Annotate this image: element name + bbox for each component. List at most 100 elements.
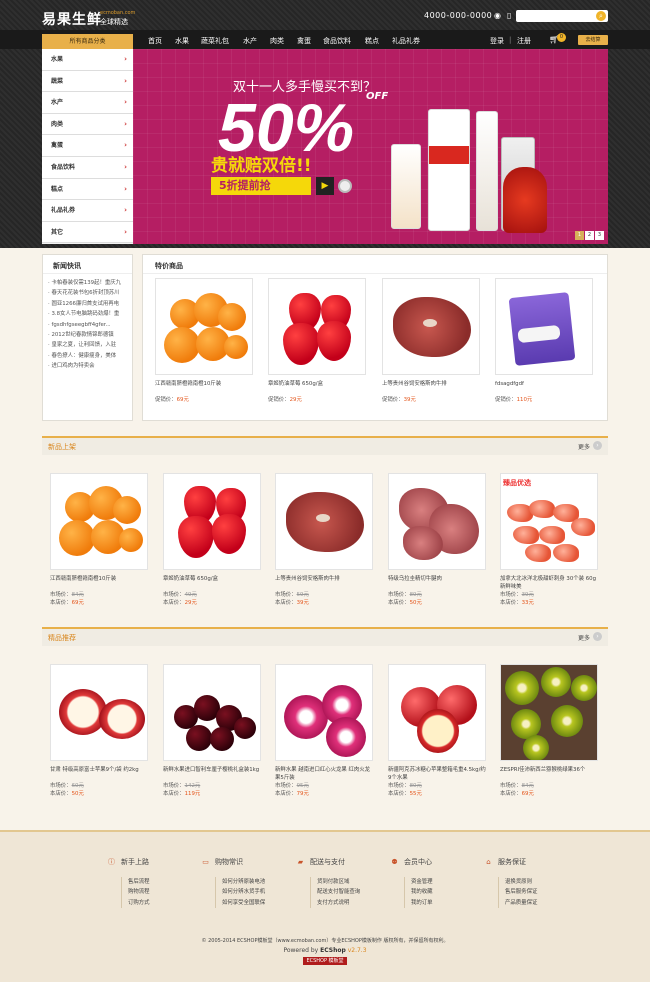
search-icon[interactable]: ⌕ (596, 11, 606, 21)
login-link[interactable]: 登录 (490, 36, 504, 46)
nav-item-eggs[interactable]: 禽蛋 (297, 36, 311, 46)
footer-link[interactable]: 我的收藏 (411, 887, 489, 897)
banner-page-2[interactable]: 2 (585, 231, 594, 240)
search-box[interactable]: ⌕ (516, 10, 608, 22)
news-item[interactable]: · 春天花花装书包6折封顶苏川 (48, 288, 130, 298)
recommended-product-card[interactable]: 新鲜水果 越南进口红心火龙果 红肉火龙果5斤装 市场价：95元 本店价：79元 (275, 664, 373, 798)
mobile-icon[interactable]: ▯ (507, 11, 516, 20)
product-name[interactable]: ZESPRI佳沛新西兰猕猴桃绿果36个 (500, 766, 598, 782)
special-product-card[interactable]: 章姬奶油草莓 650g/盒 促销价：29元 (268, 278, 366, 404)
product-name[interactable]: 新鲜水果进口智利车厘子樱桃礼盒装1kg (163, 766, 261, 782)
news-item[interactable]: · 卡帕春装仅需139起！重庆九 (48, 278, 130, 288)
product-name[interactable]: 章姬奶油草莓 650g/盒 (268, 380, 366, 396)
product-image-dragonfruit[interactable] (275, 664, 373, 761)
product-image-red-apple[interactable] (388, 664, 486, 761)
recommended-product-card[interactable]: 新疆阿克苏冰糖心苹果整箱毛重4.5kg/约9个水果 市场价：80元 本店价：55… (388, 664, 486, 798)
product-name[interactable]: 江西赣南脐橙赣南橙10斤装 (50, 575, 148, 591)
nav-item-meat[interactable]: 肉类 (270, 36, 284, 46)
more-link[interactable]: 更多 (578, 442, 590, 451)
product-name[interactable]: 甘肃 特级高原富士苹果9个/袋 约2kg (50, 766, 148, 782)
footer-link[interactable]: 资金管理 (411, 877, 489, 887)
nav-item-seafood[interactable]: 水产 (243, 36, 257, 46)
category-item-seafood[interactable]: 水产 › (42, 92, 133, 114)
category-item-veg[interactable]: 蔬菜 › (42, 70, 133, 93)
news-item[interactable]: · 2012世纪春款情锦郎德镇 (48, 330, 130, 340)
promo-banner[interactable]: 双十一人多手慢买不到？ 50% OFF 贵就赔双倍!! 5折提前抢 ▶ 1 2 … (133, 49, 608, 244)
product-image-shrimp[interactable]: 臻品优选 (500, 473, 598, 570)
category-item-eggs[interactable]: 禽蛋 › (42, 135, 133, 157)
footer-link[interactable]: 订购方式 (128, 898, 206, 908)
footer-link[interactable]: 配送支付智能查询 (317, 887, 395, 897)
category-item-food-drink[interactable]: 食品饮料 › (42, 156, 133, 179)
all-categories-button[interactable]: 所有商品分类 (42, 34, 133, 49)
recommended-product-card[interactable]: 新鲜水果进口智利车厘子樱桃礼盒装1kg 市场价：142元 本店价：119元 (163, 664, 261, 798)
news-item[interactable]: · 3.8女人节电脑跳码劲爆！重 (48, 309, 130, 319)
new-product-card[interactable]: 章姬奶油草莓 650g/盒 市场价：49元 本店价：29元 (163, 473, 261, 607)
nav-item-fruit[interactable]: 水果 (175, 36, 189, 46)
product-image-beef[interactable] (275, 473, 373, 570)
footer-link[interactable]: 售后服务保证 (505, 887, 583, 897)
register-link[interactable]: 注册 (517, 36, 531, 46)
category-item-meat[interactable]: 肉类 › (42, 113, 133, 136)
category-item-gifts[interactable]: 礼品礼券 › (42, 200, 133, 222)
product-image-orange[interactable] (50, 473, 148, 570)
footer-link[interactable]: 如何分辨水货手机 (222, 887, 300, 897)
special-product-card[interactable]: 上等贵州谷饲安格斯肉牛排 促销价：39元 (382, 278, 480, 404)
footer-link[interactable]: 如何分辨原装电池 (222, 877, 300, 887)
news-item[interactable]: · 圆亚1266廉归首支试用再电 (48, 299, 130, 309)
news-item[interactable]: · fgsdhfgseegbff4gfer... (48, 320, 130, 330)
product-name[interactable]: 上等贵州谷饲安格斯肉牛排 (275, 575, 373, 591)
banner-page-1[interactable]: 1 (575, 231, 584, 240)
footer-link[interactable]: 退换货原则 (505, 877, 583, 887)
category-item-pastry[interactable]: 糕点 › (42, 178, 133, 201)
product-image-candy[interactable] (495, 278, 593, 375)
category-item-fruit[interactable]: 水果 › (42, 49, 133, 71)
recommended-product-card[interactable]: ZESPRI佳沛新西兰猕猴桃绿果36个 市场价：84元 本店价：69元 (500, 664, 598, 798)
special-product-card[interactable]: 江西赣南脐橙赣南橙10斤装 促销价：69元 (155, 278, 253, 404)
product-name[interactable]: 上等贵州谷饲安格斯肉牛排 (382, 380, 480, 396)
banner-page-3[interactable]: 3 (595, 231, 604, 240)
site-logo[interactable]: 易果生鲜 (42, 9, 102, 29)
product-image-beef[interactable] (382, 278, 480, 375)
nav-item-home[interactable]: 首页 (148, 36, 162, 46)
product-name[interactable]: 特级乌拉圭精切牛腱肉 (388, 575, 486, 591)
weibo-icon[interactable]: ◉ (494, 11, 503, 20)
product-name[interactable]: fdsagdfgdf (495, 380, 593, 396)
footer-link[interactable]: 产品质量保证 (505, 898, 583, 908)
special-product-card[interactable]: fdsagdfgdf 促销价：110元 (495, 278, 593, 404)
nav-item-food-drink[interactable]: 食品饮料 (323, 36, 351, 46)
more-link[interactable]: 更多 (578, 633, 590, 642)
more-arrow-icon[interactable]: › (593, 632, 602, 641)
product-name[interactable]: 新鲜水果 越南进口红心火龙果 红肉火龙果5斤装 (275, 766, 373, 782)
category-item-other[interactable]: 其它 › (42, 221, 133, 244)
recommended-product-card[interactable]: 甘肃 特级高原富士苹果9个/袋 约2kg 市场价：60元 本店价：50元 (50, 664, 148, 798)
product-image-kiwi[interactable] (500, 664, 598, 761)
product-name[interactable]: 加拿大北冰洋北极甜虾刺身 30个装 60g 新鲜味美 (500, 575, 598, 591)
product-image-orange[interactable] (155, 278, 253, 375)
product-image-cherry[interactable] (163, 664, 261, 761)
new-product-card[interactable]: 江西赣南脐橙赣南橙10斤装 市场价：84元 本店价：69元 (50, 473, 148, 607)
footer-link[interactable]: 货到付款区域 (317, 877, 395, 887)
new-product-card[interactable]: 上等贵州谷饲安格斯肉牛排 市场价：59元 本店价：39元 (275, 473, 373, 607)
product-image-shank[interactable] (388, 473, 486, 570)
product-image-apple[interactable] (50, 664, 148, 761)
news-item[interactable]: · 皇家之夏，让利回馈，入驻 (48, 340, 130, 350)
nav-item-gifts[interactable]: 礼品礼券 (392, 36, 420, 46)
footer-link[interactable]: 购物流程 (128, 887, 206, 897)
footer-link[interactable]: 支付方式说明 (317, 898, 395, 908)
news-item[interactable]: · 进口鸡肉为特卖会 (48, 361, 130, 371)
news-item[interactable]: · 春色撩人：健康瘦身，美体 (48, 351, 130, 361)
product-name[interactable]: 章姬奶油草莓 650g/盒 (163, 575, 261, 591)
product-name[interactable]: 江西赣南脐橙赣南橙10斤装 (155, 380, 253, 396)
footer-link[interactable]: 售后流程 (128, 877, 206, 887)
banner-cta-button[interactable]: 5折提前抢 (211, 177, 311, 195)
new-product-card[interactable]: 特级乌拉圭精切牛腱肉 市场价：89元 本店价：50元 (388, 473, 486, 607)
nav-item-pastry[interactable]: 糕点 (365, 36, 379, 46)
checkout-button[interactable]: 去结算 (578, 35, 608, 45)
ecshop-badge[interactable]: ECSHOP 模板堂 (303, 957, 347, 965)
footer-link[interactable]: 我的订单 (411, 898, 489, 908)
new-product-card[interactable]: 臻品优选 加拿大北冰洋北极甜虾刺身 30个装 60g 新鲜味美 市场价：39元 … (500, 473, 598, 607)
more-arrow-icon[interactable]: › (593, 441, 602, 450)
product-name[interactable]: 新疆阿克苏冰糖心苹果整箱毛重4.5kg/约9个水果 (388, 766, 486, 782)
nav-item-veg-pack[interactable]: 蔬菜礼包 (201, 36, 229, 46)
